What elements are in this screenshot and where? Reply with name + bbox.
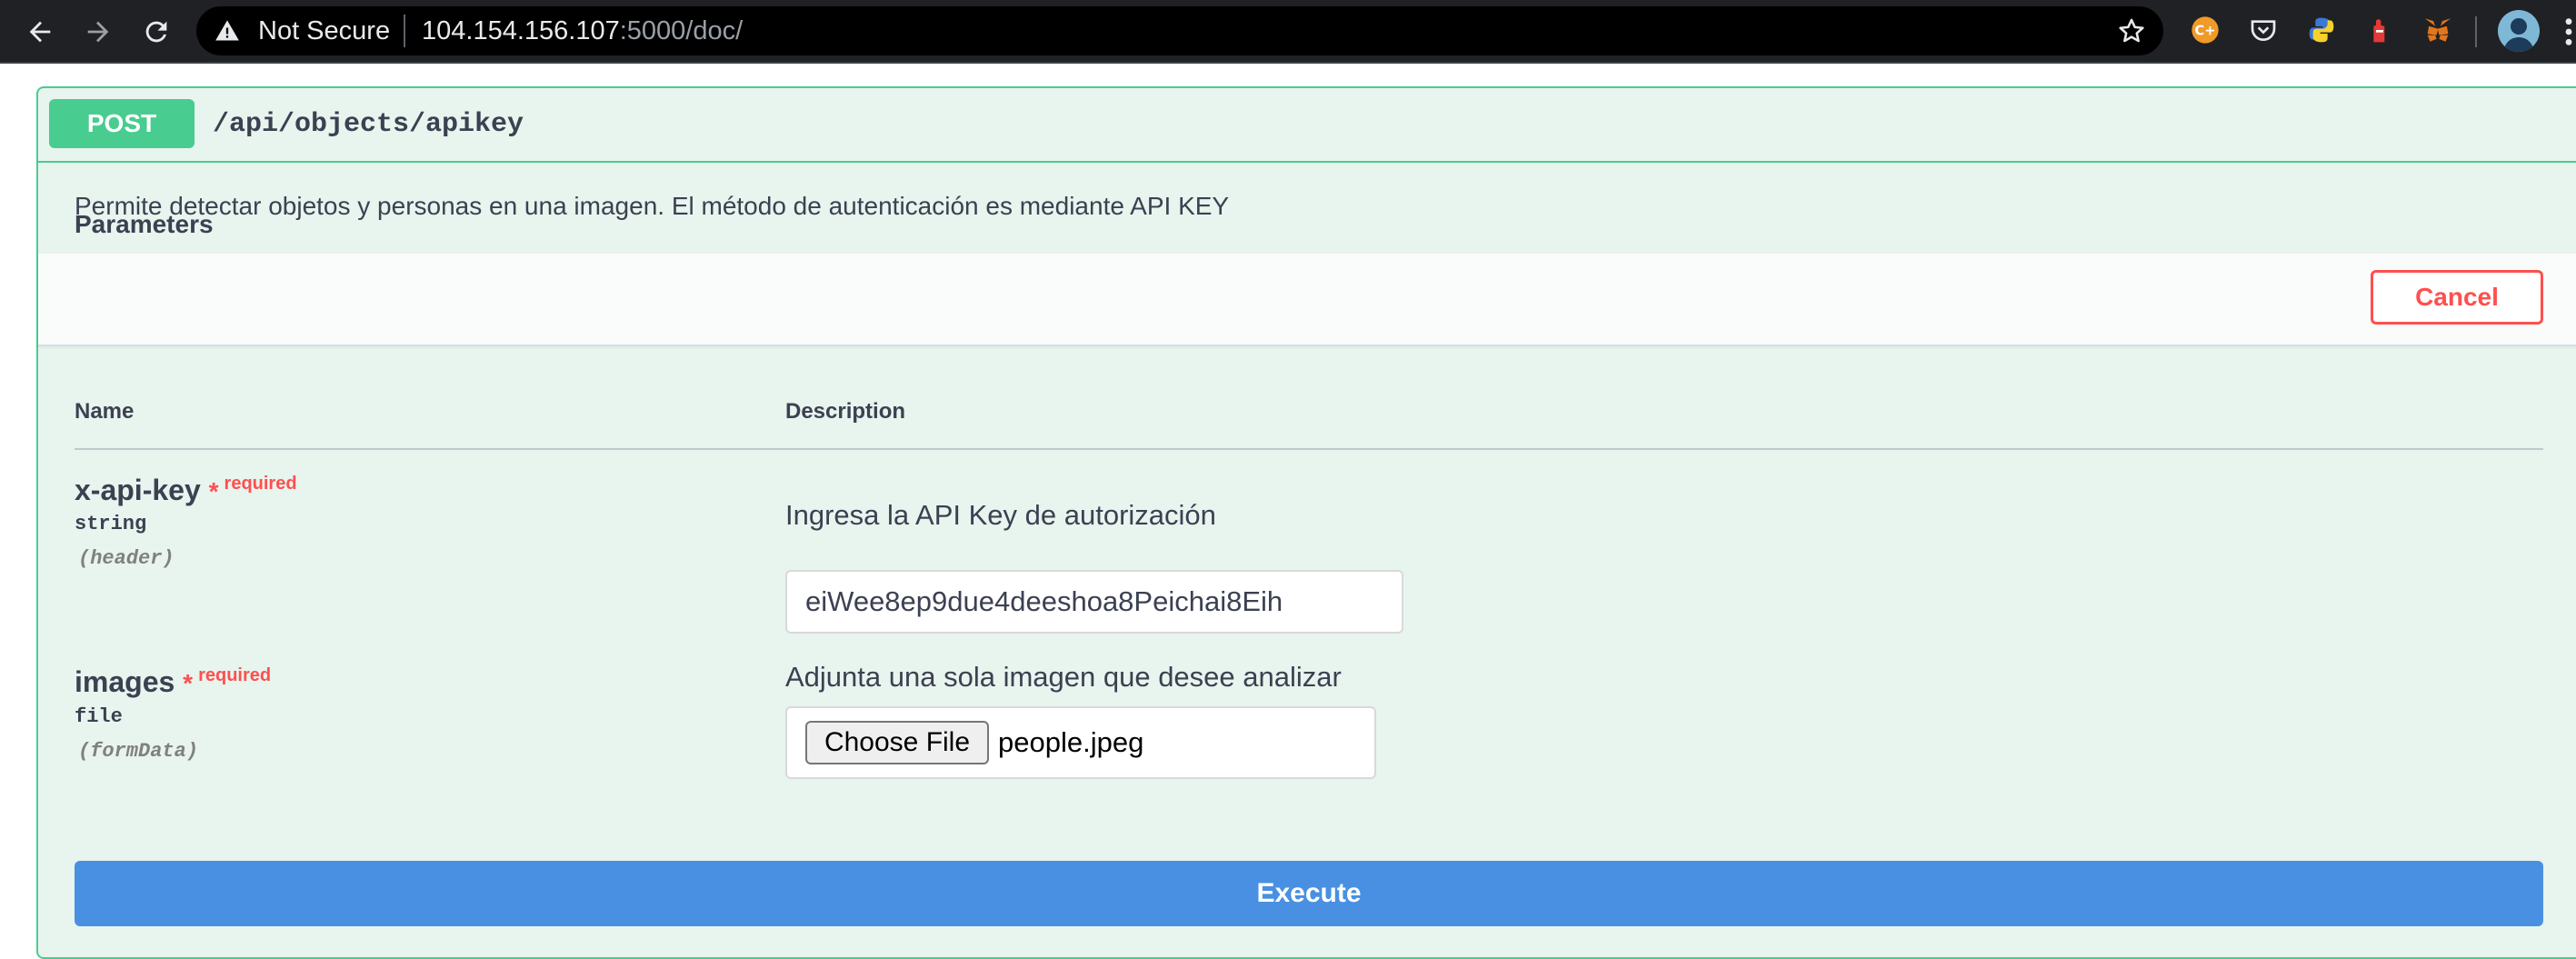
column-header-name: Name	[75, 399, 135, 424]
operation-description: Permite detectar objetos y personas en u…	[75, 192, 1230, 220]
svg-text:C+: C+	[2194, 23, 2215, 38]
cpp-extension-icon[interactable]: C+	[2189, 14, 2222, 46]
metamask-fox-icon[interactable]	[2421, 14, 2454, 46]
operation-path[interactable]: /api/objects/apikey	[213, 106, 524, 143]
param-name-images: images * required	[75, 657, 271, 702]
param-location: (header)	[78, 547, 175, 570]
parameters-header	[38, 254, 2576, 346]
param-type: file	[75, 705, 123, 728]
avatar[interactable]	[2498, 10, 2540, 52]
param-description: Adjunta una sola imagen que desee analiz…	[785, 661, 1342, 693]
reload-icon[interactable]	[138, 14, 175, 50]
parameters-title: Parameters	[75, 210, 214, 238]
url-path: :5000/doc/	[619, 16, 744, 45]
star-icon[interactable]	[2116, 15, 2147, 46]
table-divider	[75, 448, 2543, 450]
python-icon[interactable]	[2305, 14, 2338, 46]
stop-hand-icon[interactable]	[2363, 14, 2396, 46]
execute-button[interactable]: Execute	[75, 861, 2543, 926]
url-host: 104.154.156.107	[422, 16, 620, 45]
forward-arrow-icon[interactable]	[80, 14, 116, 50]
browser-toolbar: Not Secure 104.154.156.107:5000/doc/ C+	[0, 0, 2576, 64]
security-label[interactable]: Not Secure	[258, 15, 390, 47]
param-name-text: x-api-key	[75, 474, 201, 506]
required-star: *	[208, 477, 219, 505]
selected-file-name: people.jpeg	[998, 726, 1144, 758]
file-input[interactable]: Choose File people.jpeg	[785, 706, 1376, 779]
back-arrow-icon[interactable]	[22, 14, 58, 50]
warning-triangle-icon[interactable]	[215, 18, 240, 44]
cancel-button[interactable]: Cancel	[2371, 270, 2543, 325]
menu-dots-icon[interactable]	[2561, 16, 2576, 47]
param-location: (formData)	[78, 740, 199, 763]
omnibox-divider	[404, 15, 405, 47]
required-label: required	[198, 665, 272, 685]
column-header-description: Description	[785, 399, 906, 424]
param-name-x-api-key: x-api-key * required	[75, 465, 297, 510]
operation-summary[interactable]: POST /api/objects/apikey	[38, 88, 2576, 163]
required-label: required	[224, 474, 297, 494]
param-name-text: images	[75, 665, 175, 698]
toolbar-divider	[2475, 16, 2477, 47]
choose-file-button[interactable]: Choose File	[805, 721, 989, 764]
param-type: string	[75, 513, 147, 535]
pocket-icon[interactable]	[2247, 14, 2280, 46]
api-key-input[interactable]	[785, 570, 1403, 634]
required-star: *	[183, 669, 194, 697]
param-description: Ingresa la API Key de autorización	[785, 499, 1216, 531]
method-badge: POST	[49, 99, 195, 148]
url-text[interactable]: 104.154.156.107:5000/doc/	[422, 15, 743, 47]
operation-block: POST /api/objects/apikey Permite detecta…	[36, 86, 2576, 959]
